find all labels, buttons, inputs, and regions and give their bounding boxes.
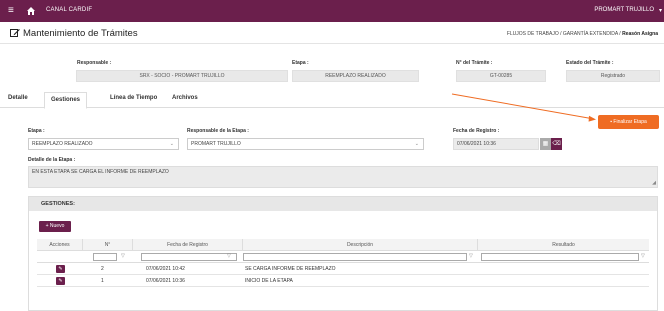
edit-icon[interactable]: ✎ xyxy=(56,265,65,273)
row-descripcion: SE CARGA INFORME DE REEMPLAZO xyxy=(245,266,336,272)
responsable-etapa-select[interactable]: PROMART TRUJILLO ⌄ xyxy=(187,138,424,150)
row-fecha: 07/06/2021 10:42 xyxy=(146,266,185,272)
chevron-down-icon: ⌄ xyxy=(414,141,419,147)
filter-icon[interactable]: ▽ xyxy=(641,253,645,259)
responsable-etapa-value: PROMART TRUJILLO xyxy=(191,141,241,147)
fecha-registro-label: Fecha de Registro : xyxy=(453,128,500,134)
column-header-acciones[interactable]: Acciones xyxy=(37,239,83,251)
filter-resultado-input[interactable] xyxy=(481,253,639,261)
filter-descripcion-input[interactable] xyxy=(243,253,467,261)
gestiones-panel: GESTIONES: + Nuevo Acciones N° Fecha de … xyxy=(28,196,658,311)
edit-icon[interactable]: ✎ xyxy=(56,277,65,285)
detalle-etapa-textarea[interactable]: EN ESTA ETAPA SE CARGA EL INFORME DE REE… xyxy=(28,166,658,188)
table-row[interactable]: ✎ 1 07/06/2021 10:36 INICIO DE LA ETAPA xyxy=(37,275,649,287)
filter-fecha-input[interactable] xyxy=(141,253,237,261)
chevron-down-icon: ⌄ xyxy=(169,141,174,147)
column-header-resultado[interactable]: Resultado xyxy=(478,239,649,251)
nuevo-button[interactable]: + Nuevo xyxy=(39,221,71,232)
detalle-etapa-label: Detalle de la Etapa : xyxy=(28,157,76,163)
filter-row: ▽ ▽ ▽ ▽ xyxy=(37,251,649,263)
column-header-descripcion[interactable]: Descripción xyxy=(243,239,478,251)
etapa-select[interactable]: REEMPLAZO REALIZADO ⌄ xyxy=(28,138,179,150)
eraser-icon[interactable]: ⌫ xyxy=(551,138,562,150)
filter-icon[interactable]: ▽ xyxy=(121,253,125,259)
filter-numero-input[interactable] xyxy=(93,253,117,261)
row-number: 1 xyxy=(101,278,104,284)
finalizar-label: Finalizar Etapa xyxy=(613,119,647,125)
etapa-label: Etapa : xyxy=(28,128,45,134)
fecha-registro-input[interactable]: 07/06/2021 10:36 xyxy=(453,138,539,150)
finalizar-etapa-button[interactable]: ▪ Finalizar Etapa xyxy=(598,115,659,129)
row-number: 2 xyxy=(101,266,104,272)
detalle-etapa-value: EN ESTA ETAPA SE CARGA EL INFORME DE REE… xyxy=(32,169,169,175)
row-descripcion: INICIO DE LA ETAPA xyxy=(245,278,293,284)
resize-handle-icon[interactable]: ◢ xyxy=(652,180,656,186)
filter-icon[interactable]: ▽ xyxy=(227,253,231,259)
row-fecha: 07/06/2021 10:36 xyxy=(146,278,185,284)
responsable-etapa-label: Responsable de la Etapa : xyxy=(187,128,249,134)
column-header-fecha[interactable]: Fecha de Registro xyxy=(133,239,243,251)
etapa-select-value: REEMPLAZO REALIZADO xyxy=(32,141,93,147)
filter-icon[interactable]: ▽ xyxy=(469,253,473,259)
calendar-icon[interactable]: ▦ xyxy=(540,138,551,150)
column-header-numero[interactable]: N° xyxy=(83,239,133,251)
table-row[interactable]: ✎ 2 07/06/2021 10:42 SE CARGA INFORME DE… xyxy=(37,263,649,275)
gestiones-panel-title: GESTIONES: xyxy=(29,197,657,211)
